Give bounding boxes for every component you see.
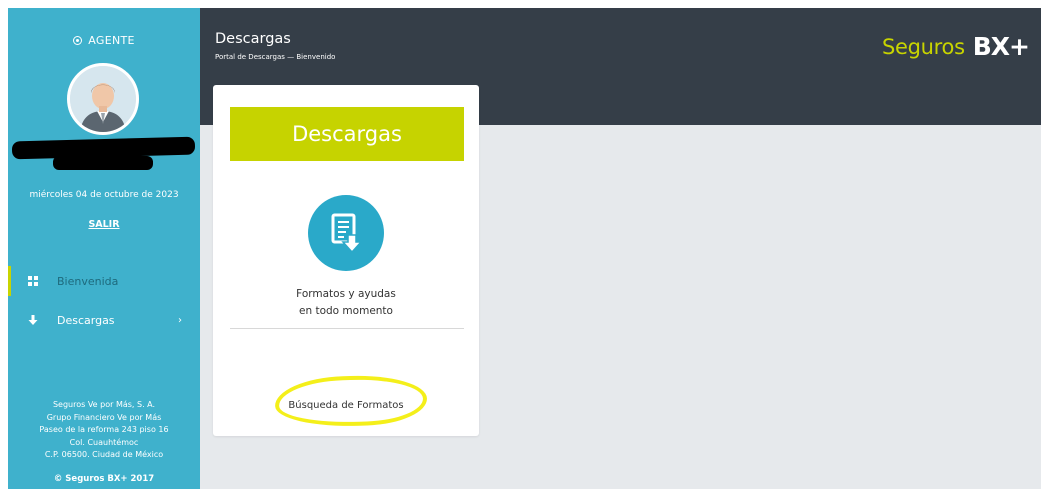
current-date: miércoles 04 de octubre de 2023 bbox=[29, 190, 179, 200]
card-description: Formatos y ayudas en todo momento bbox=[213, 286, 479, 320]
sidebar-item-label: Descargas bbox=[57, 313, 115, 327]
sidebar-item-label: Bienvenida bbox=[57, 274, 119, 288]
footer-line: C.P. 06500. Ciudad de México bbox=[44, 450, 164, 459]
chevron-right-icon: › bbox=[178, 314, 182, 326]
page-title: Descargas bbox=[215, 31, 291, 47]
redacted-name-2 bbox=[53, 156, 153, 170]
logout-link[interactable]: SALIR bbox=[8, 219, 200, 230]
company-footer: Seguros Ve por Más, S. A. Grupo Financie… bbox=[8, 399, 200, 462]
downloads-card: Descargas Formatos y ayudas en todo mome… bbox=[213, 85, 479, 436]
sidebar-item-descargas[interactable]: Descargas › bbox=[8, 305, 200, 335]
breadcrumb: Portal de Descargas — Bienvenido bbox=[215, 53, 336, 61]
search-formats-link[interactable]: Búsqueda de Formatos bbox=[213, 400, 479, 411]
document-download-icon bbox=[331, 213, 363, 254]
footer-line: Col. Cuauhtémoc bbox=[69, 437, 139, 447]
card-banner: Descargas bbox=[230, 107, 464, 161]
avatar bbox=[67, 63, 139, 135]
brand-word: Seguros bbox=[881, 34, 965, 59]
card-description-line: Formatos y ayudas bbox=[296, 288, 396, 300]
sidebar-item-bienvenida[interactable]: Bienvenida bbox=[8, 266, 200, 296]
agent-label-text: AGENTE bbox=[88, 34, 135, 47]
sidebar: AGENTE miércoles 04 de octubre de 2023 S… bbox=[8, 8, 200, 489]
footer-line: Paseo de la reforma 243 piso 16 bbox=[39, 425, 169, 434]
radio-dot-icon bbox=[73, 35, 83, 45]
brand-mark: BX+ bbox=[972, 32, 1030, 61]
footer-line: Grupo Financiero Ve por Más bbox=[46, 412, 162, 422]
active-indicator bbox=[8, 266, 11, 296]
copyright: © Seguros BX+ 2017 bbox=[53, 474, 155, 484]
document-download-button[interactable] bbox=[308, 195, 384, 271]
card-description-line: en todo momento bbox=[299, 305, 393, 317]
arrow-down-icon bbox=[28, 315, 38, 325]
divider bbox=[230, 328, 464, 329]
footer-line: Seguros Ve por Más, S. A. bbox=[52, 400, 156, 409]
agent-label: AGENTE bbox=[8, 34, 200, 47]
brand-logo: Seguros BX+ bbox=[881, 32, 1030, 61]
user-avatar-icon bbox=[70, 66, 136, 132]
app-frame: AGENTE miércoles 04 de octubre de 2023 S… bbox=[8, 8, 1041, 489]
dashboard-grid-icon bbox=[28, 276, 38, 286]
